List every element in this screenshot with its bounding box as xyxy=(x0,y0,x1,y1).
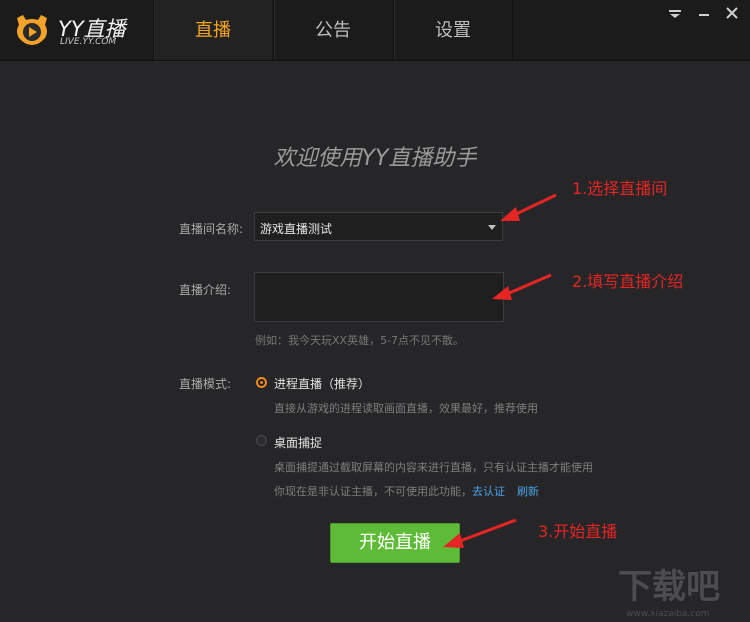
intro-textarea[interactable] xyxy=(254,272,504,322)
tab-settings[interactable]: 设置 xyxy=(393,0,513,60)
annotation-fill-intro: 2.填写直播介绍 xyxy=(572,272,684,291)
yy-logo-icon xyxy=(17,15,47,45)
option-process-title[interactable]: 进程直播（推荐） xyxy=(274,375,370,392)
annotation-start-live: 3.开始直播 xyxy=(538,522,618,541)
close-icon[interactable] xyxy=(720,2,744,24)
option-desktop-note: 你现在是非认证主播，不可使用此功能，去认证 刷新 xyxy=(274,483,539,499)
radio-process-live[interactable] xyxy=(256,377,267,388)
welcome-heading: 欢迎使用YY直播助手 xyxy=(273,146,477,171)
refresh-link[interactable]: 刷新 xyxy=(517,485,539,498)
annotation-select-room: 1.选择直播间 xyxy=(572,179,668,198)
room-select-value: 游戏直播测试 xyxy=(260,222,333,236)
non-certified-note: 你现在是非认证主播，不可使用此功能， xyxy=(274,485,472,498)
start-live-button[interactable]: 开始直播 xyxy=(330,523,460,563)
app-logo: YY直播 LIVE.YY.COM xyxy=(14,12,144,52)
title-bar: YY直播 LIVE.YY.COM 直播 公告 设置 xyxy=(0,0,750,61)
option-process-desc: 直接从游戏的进程读取画面直播，效果最好，推荐使用 xyxy=(274,402,538,415)
chevron-down-icon xyxy=(488,225,496,230)
tab-live[interactable]: 直播 xyxy=(153,0,272,60)
room-select[interactable]: 游戏直播测试 xyxy=(254,212,503,241)
watermark-url: www.xiazaiba.com xyxy=(626,609,710,619)
arrow-icon xyxy=(500,193,557,221)
room-name-label: 直播间名称: xyxy=(179,222,244,236)
watermark-text: 下载吧 xyxy=(618,567,720,607)
logo-subtitle: LIVE.YY.COM xyxy=(60,37,117,47)
option-desktop-title[interactable]: 桌面捕捉 xyxy=(274,434,322,451)
intro-hint: 例如：我今天玩XX英雄，5-7点不见不散。 xyxy=(255,334,465,347)
mode-label: 直播模式: xyxy=(179,377,232,391)
option-desktop-desc: 桌面捕提通过截取屏幕的内容来进行直播，只有认证主播才能使用 xyxy=(274,461,593,474)
minimize-icon[interactable] xyxy=(692,2,716,24)
intro-label: 直播介绍: xyxy=(179,283,232,297)
menu-dropdown-icon[interactable] xyxy=(663,2,687,24)
tab-announcement[interactable]: 公告 xyxy=(273,0,392,60)
watermark-logo: 下载吧 www.xiazaiba.com xyxy=(618,567,720,619)
certify-link[interactable]: 去认证 xyxy=(472,485,505,498)
radio-desktop-capture[interactable] xyxy=(256,435,267,446)
